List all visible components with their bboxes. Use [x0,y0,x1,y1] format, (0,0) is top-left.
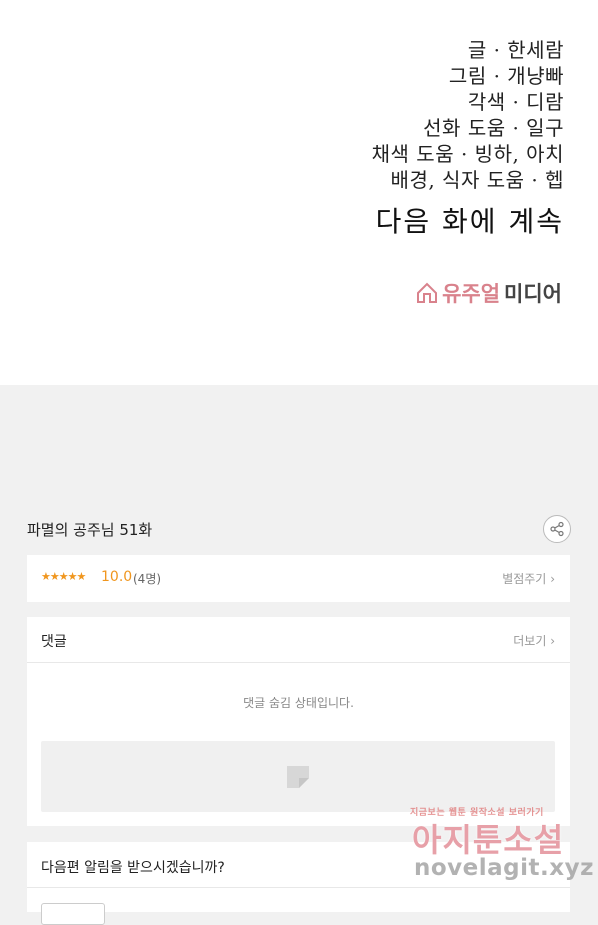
brand-name-pink: 유주얼 [442,282,501,306]
credit-lineart: 선화 도움 · 일구 [423,116,564,140]
credit-adaptation: 각색 · 디람 [467,90,564,114]
credit-background: 배경, 식자 도움 · 헵 [390,168,564,192]
comment-header: 댓글 [41,634,67,650]
credit-writer: 글 · 한세람 [467,38,564,62]
rating-card: ★★★★★ 10.0 (4명) 별점주기 › [27,555,570,602]
brand-name-dark: 미디어 [504,282,562,306]
alert-option-button[interactable] [41,903,105,925]
chevron-right-icon: › [550,634,555,648]
more-comments-label: 더보기 [513,634,547,648]
share-button[interactable] [543,515,571,543]
rating-stars: ★★★★★ [41,570,86,583]
chevron-right-icon: › [550,572,555,586]
comments-hidden-message: 댓글 숨김 상태입니다. [243,696,354,710]
more-comments-link[interactable]: 더보기 › [513,632,555,649]
site-watermark: 지금보는 웹툰 원작소설 보러가기 아지툰소설 novelagit.xyz [410,805,593,885]
alert-question: 다음편 알림을 받으시겠습니까? [41,860,225,876]
rater-count: (4명) [133,572,162,586]
divider [27,887,570,888]
credit-artist: 그림 · 개냥빠 [448,64,564,88]
divider [27,662,570,663]
episode-title: 파멸의 공주님 51화 [27,521,153,539]
watermark-url: novelagit.xyz [414,855,594,881]
comment-input-placeholder[interactable] [41,741,555,812]
rating-score: 10.0 [101,569,133,585]
house-logo-icon [417,282,438,303]
credit-coloring: 채색 도움 · 빙하, 아치 [371,142,564,166]
placeholder-image-icon [287,765,309,788]
publisher-logo: 유주얼 미디어 [416,278,562,308]
credits-area: 글 · 한세람 그림 · 개냥빠 각색 · 디람 선화 도움 · 일구 채색 도… [0,0,598,385]
rate-button-label: 별점주기 [502,572,547,586]
share-icon [550,521,564,537]
comment-card: 댓글 더보기 › 댓글 숨김 상태입니다. [27,617,570,826]
rate-button[interactable]: 별점주기 › [502,570,555,587]
to-be-continued: 다음 화에 계속 [375,205,564,238]
